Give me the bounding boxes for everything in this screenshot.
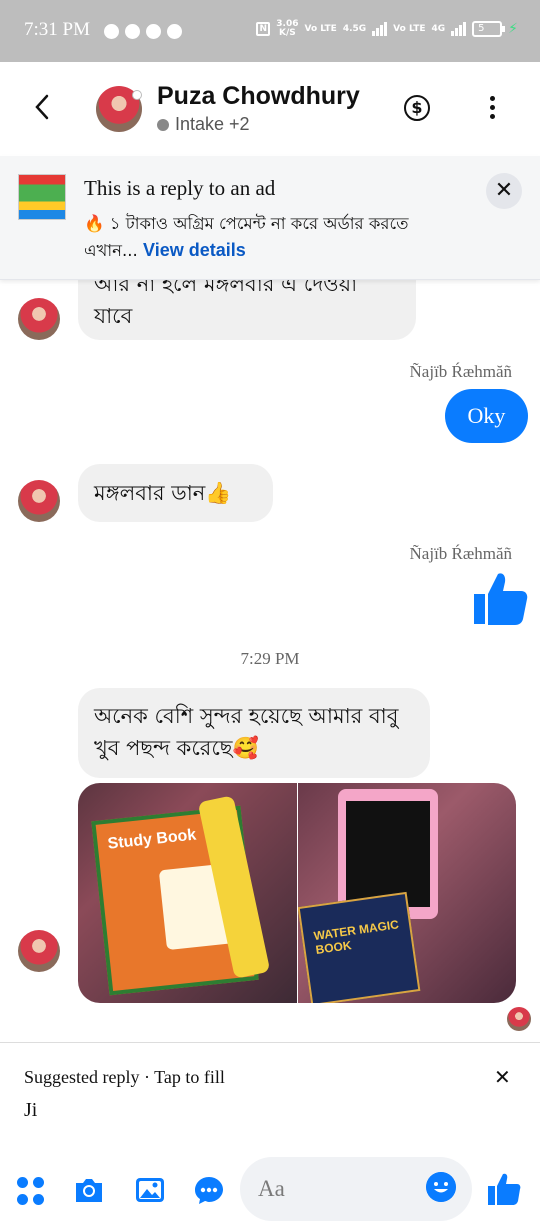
suggested-reply-text[interactable]: Ji [24, 1099, 37, 1122]
status-bar: 7:31 PM N 3.06 K/S Vo LTE 4.5G Vo LTE 4G … [0, 0, 540, 62]
suggested-reply-label: Suggested reply · Tap to fill [24, 1067, 225, 1087]
nfc-icon: N [256, 22, 271, 36]
fire-emoji-icon: 🔥 [84, 214, 105, 233]
battery-icon: 5 [472, 21, 506, 37]
app-notification-icon-2 [167, 24, 182, 39]
close-ad-banner-icon[interactable]: ✕ [486, 173, 522, 209]
avatar-badge [132, 90, 142, 100]
back-arrow-icon[interactable] [30, 92, 56, 122]
message-input[interactable] [258, 1171, 418, 1207]
contact-name[interactable]: Puza Chowdhury [157, 82, 360, 111]
study-book-label: Study Book [106, 826, 198, 853]
message-input-pill[interactable] [240, 1157, 472, 1221]
read-receipt-avatar [507, 1007, 531, 1031]
view-details-link[interactable]: View details [143, 240, 246, 260]
signal-bars-icon-2 [451, 22, 467, 36]
sim1-label: Vo LTE [304, 23, 337, 34]
sim2-gen: 4G [431, 23, 446, 34]
messenger-notification-icon [104, 24, 119, 39]
sender-avatar[interactable] [18, 298, 60, 340]
actions-menu-icon[interactable] [17, 1177, 45, 1205]
message-composer [0, 1146, 540, 1230]
incoming-message[interactable]: আর না হলে মঙ্গলবার এ দেওয়া যাবে [78, 280, 416, 340]
incoming-message[interactable]: মঙ্গলবার ডান👍 [78, 464, 273, 522]
sender-avatar[interactable] [18, 480, 60, 522]
speed-unit: K/S [279, 28, 296, 38]
camera-icon[interactable] [73, 1174, 105, 1206]
gallery-icon[interactable] [134, 1174, 166, 1206]
ad-reply-banner: This is a reply to an ad 🔥 ১ টাকাও অগ্রি… [0, 156, 540, 280]
status-time: 7:31 PM [24, 19, 90, 40]
ad-title: This is a reply to an ad [84, 176, 276, 200]
close-suggestion-icon[interactable]: ✕ [494, 1065, 511, 1089]
water-magic-book-label: WATER MAGIC BOOK [312, 917, 400, 957]
notification-icons [104, 24, 182, 39]
message-timestamp: 7:29 PM [240, 649, 300, 668]
ad-body: 🔥 ১ টাকাও অগ্রিম পেমেন্ট না করে অর্ডার ক… [84, 210, 464, 264]
contact-subtitle: Intake +2 [157, 114, 250, 135]
message-thread[interactable]: আর না হলে মঙ্গলবার এ দেওয়া যাবে Ñajïb Ŕ… [0, 280, 540, 1040]
facebook-notification-icon [125, 24, 140, 39]
signal-bars-icon [372, 22, 388, 36]
more-options-icon[interactable] [490, 96, 498, 120]
chat-bubble-icon[interactable] [193, 1174, 225, 1206]
subtitle-text: Intake +2 [175, 114, 250, 134]
ad-thumbnail[interactable] [18, 174, 66, 220]
conversation-header: Puza Chowdhury Intake +2 $ [0, 62, 540, 156]
sender-name: Ñajïb Ŕæhmăñ [409, 362, 512, 381]
sim2-label: Vo LTE [393, 23, 426, 34]
network-speed: 3.06 K/S [276, 20, 298, 38]
photo-attachment[interactable]: WATER MAGIC BOOK [298, 783, 516, 1003]
like-thumbs-up-icon[interactable] [487, 1172, 521, 1206]
app-notification-icon [146, 24, 161, 39]
status-dot-icon [157, 118, 169, 131]
sender-name: Ñajïb Ŕæhmăñ [409, 544, 512, 563]
system-indicators: N 3.06 K/S Vo LTE 4.5G Vo LTE 4G 5 ⚡ [256, 20, 518, 38]
emoji-icon[interactable] [426, 1172, 456, 1202]
battery-level: 5 [478, 23, 485, 34]
incoming-message[interactable]: অনেক বেশি সুন্দর হয়েছে আমার বাবু খুব পছ… [78, 688, 430, 778]
outgoing-message[interactable]: Oky [445, 389, 528, 443]
payment-dollar-icon[interactable]: $ [404, 95, 430, 121]
sender-avatar[interactable] [18, 930, 60, 972]
sim1-gen: 4.5G [342, 23, 367, 34]
suggested-reply-panel[interactable]: Suggested reply · Tap to fill Ji ✕ [0, 1042, 540, 1146]
water-magic-book-image: WATER MAGIC BOOK [298, 891, 421, 1003]
photo-attachment[interactable]: Study Book [78, 783, 297, 1003]
charging-icon: ⚡ [508, 21, 518, 37]
ad-body-text: ১ টাকাও অগ্রিম পেমেন্ট না করে অর্ডার করত… [84, 214, 409, 260]
thumbs-up-sticker-icon[interactable] [472, 570, 528, 626]
